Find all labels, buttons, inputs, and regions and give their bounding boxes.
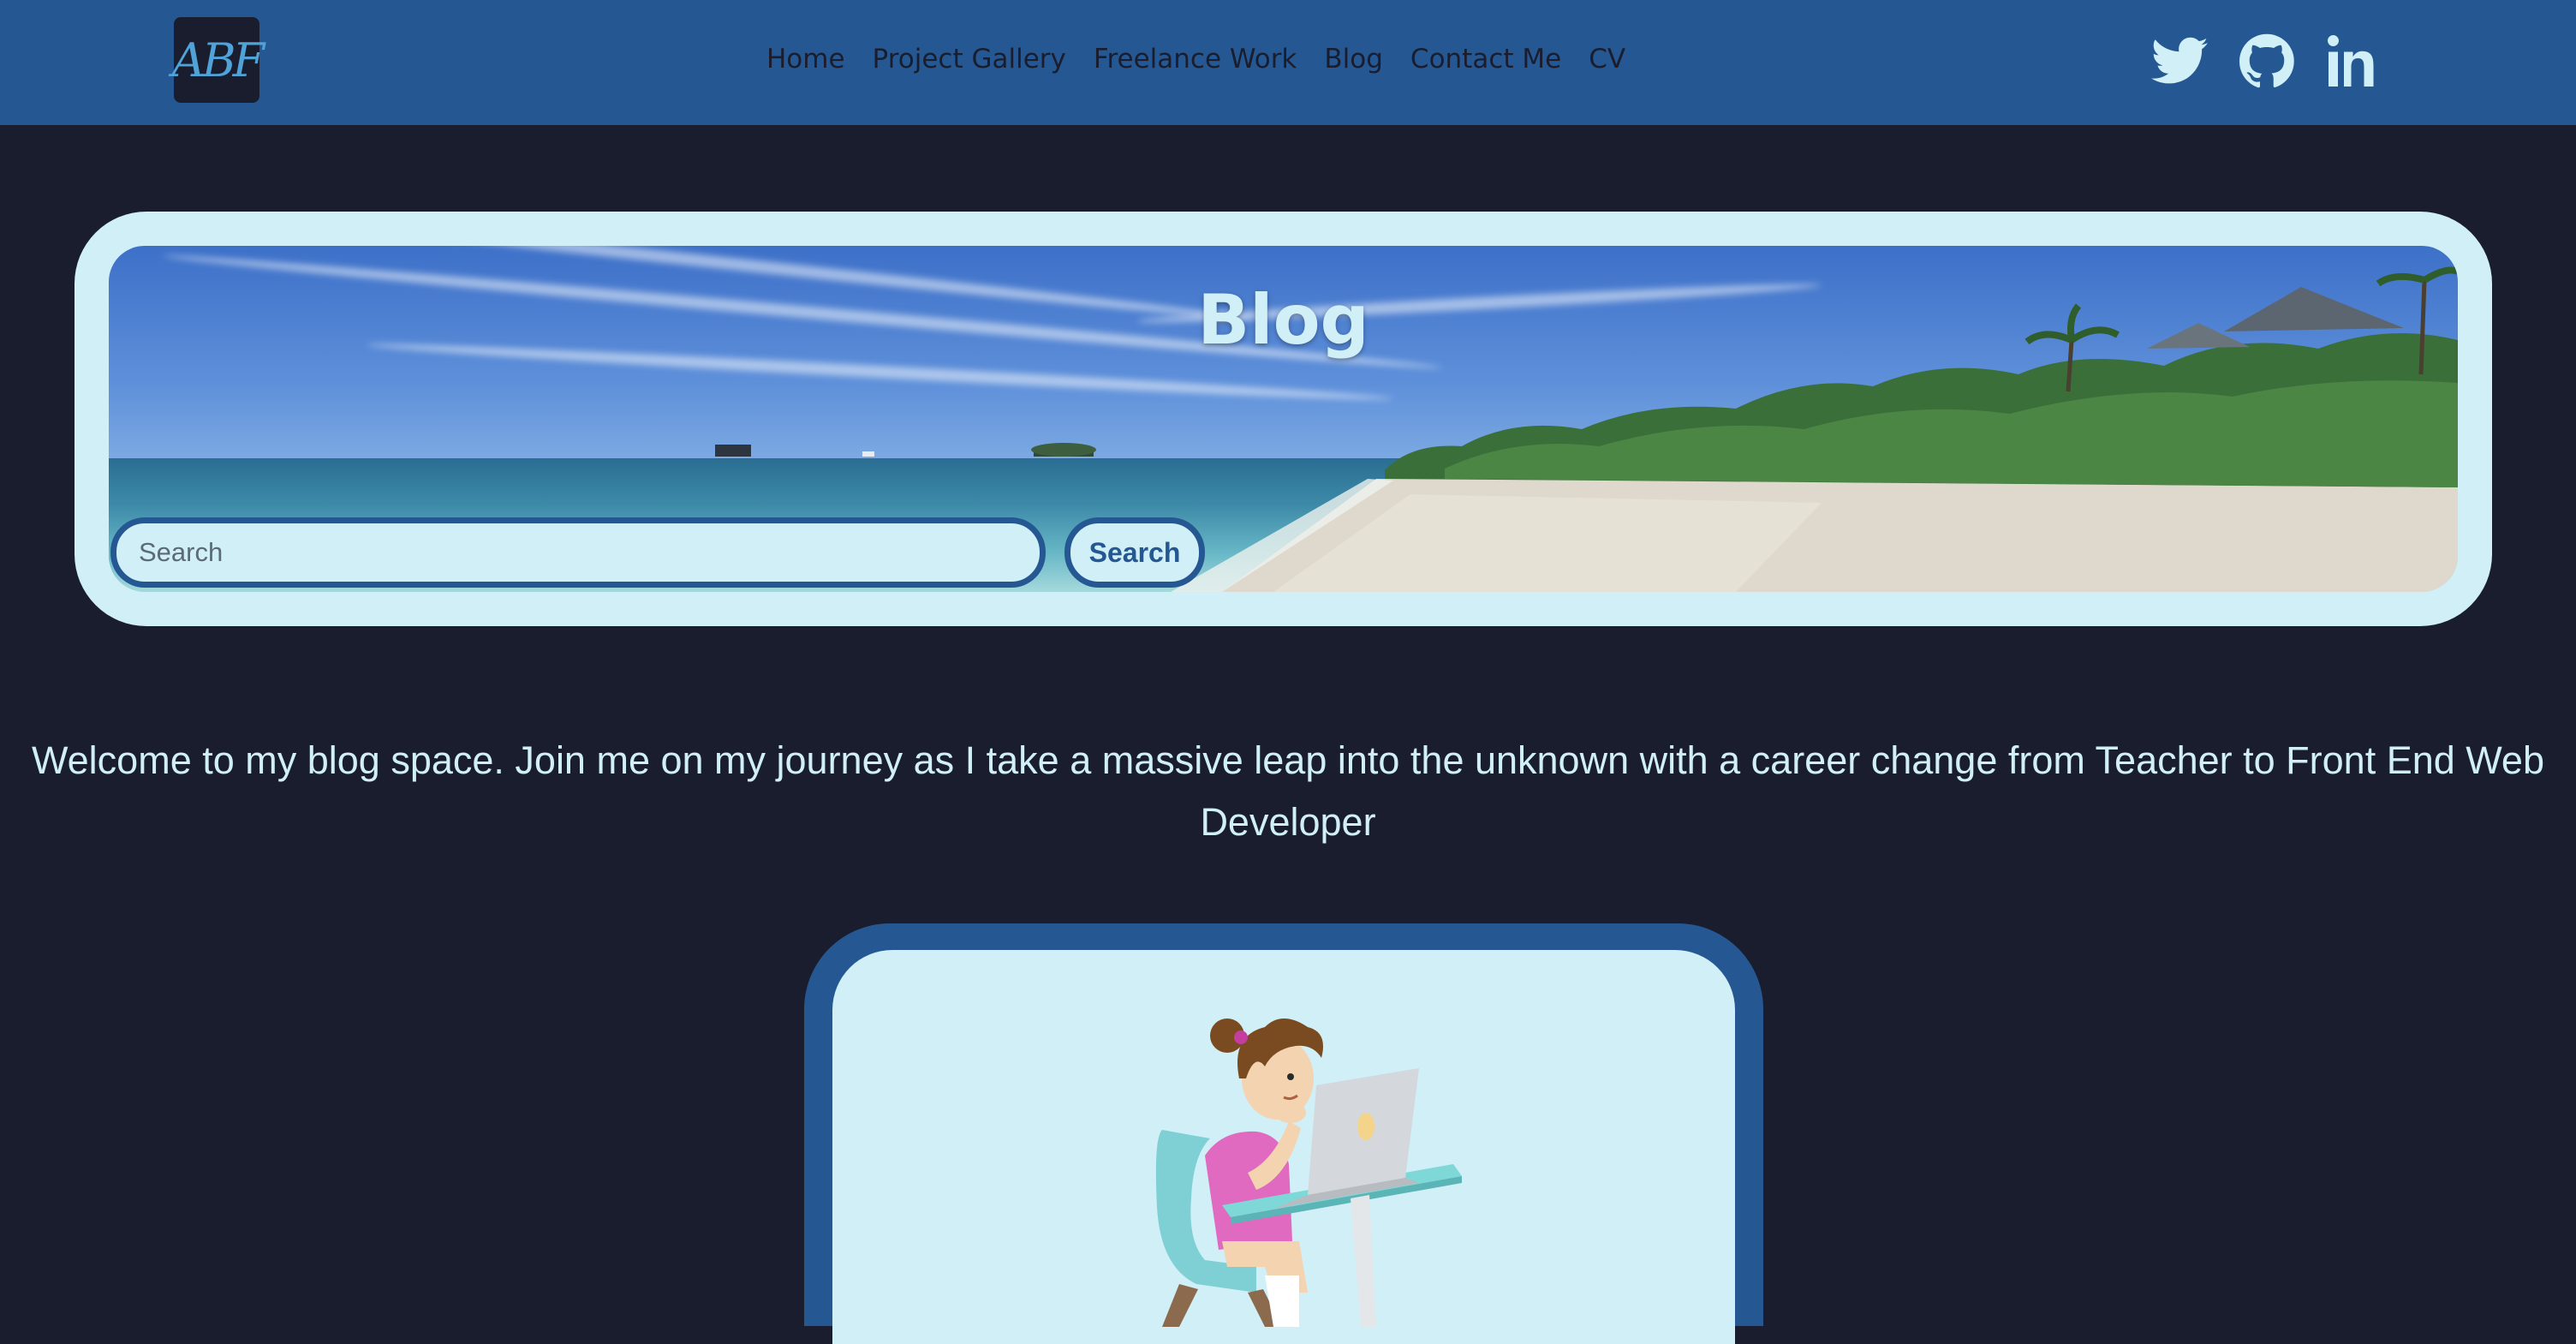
nav-link-cv[interactable]: CV xyxy=(1589,44,1625,75)
nav-link-blog[interactable]: Blog xyxy=(1324,44,1383,75)
linkedin-icon[interactable] xyxy=(2326,35,2377,87)
blog-card-inner xyxy=(832,950,1735,1344)
nav-links: Home Project Gallery Freelance Work Blog… xyxy=(766,39,1625,79)
page-title: Blog xyxy=(1197,280,1369,360)
search-input[interactable] xyxy=(110,517,1046,588)
search-button[interactable]: Search xyxy=(1064,517,1205,588)
girl-at-laptop-illustration xyxy=(1155,1018,1462,1327)
nav-link-project-gallery[interactable]: Project Gallery xyxy=(873,44,1066,75)
logo[interactable]: ABF xyxy=(171,17,265,103)
nav-link-home[interactable]: Home xyxy=(766,44,845,75)
intro-text: Welcome to my blog space. Join me on my … xyxy=(32,738,2544,844)
twitter-icon[interactable] xyxy=(2151,37,2208,85)
social-linkedin[interactable] xyxy=(2326,29,2377,93)
navbar: ABF Home Project Gallery Freelance Work … xyxy=(0,0,2576,125)
nav-link-freelance-work[interactable]: Freelance Work xyxy=(1094,44,1297,75)
logo-text: ABF xyxy=(171,33,265,87)
nav-link-contact-me[interactable]: Contact Me xyxy=(1410,44,1561,75)
blog-card[interactable] xyxy=(804,923,1763,1344)
social-twitter[interactable] xyxy=(2151,29,2208,93)
github-icon[interactable] xyxy=(2239,33,2294,88)
social-github[interactable] xyxy=(2239,29,2294,93)
